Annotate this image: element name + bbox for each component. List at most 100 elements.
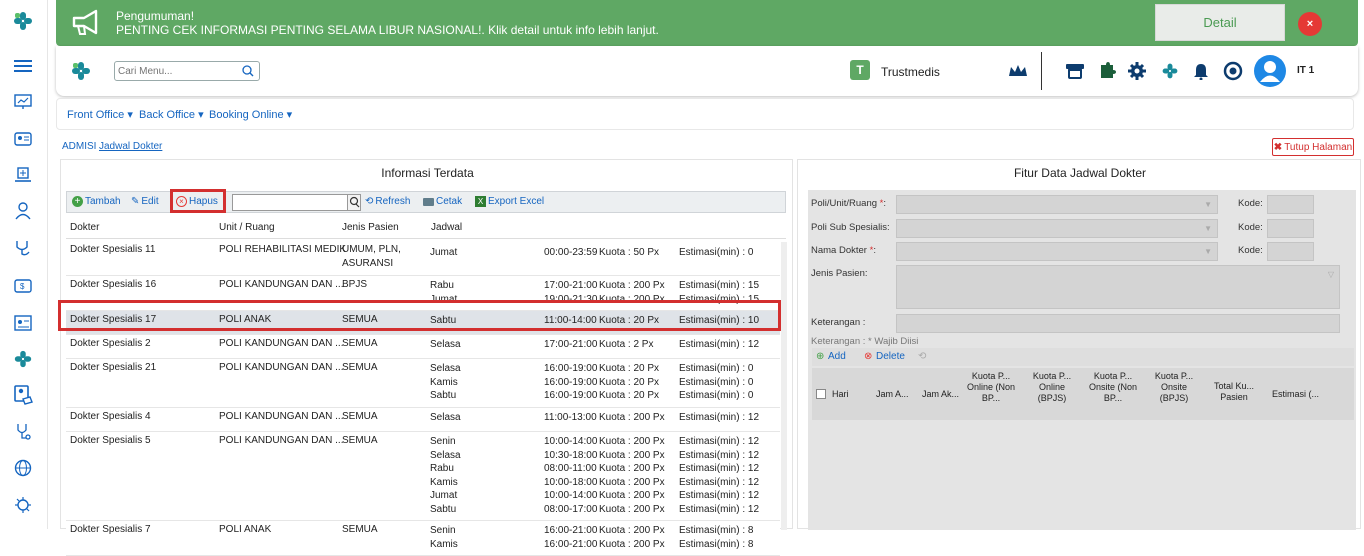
refresh-button[interactable]: ⟲ Refresh (365, 196, 410, 207)
cell-hari: Sabtu (430, 503, 457, 515)
top-bar: T Trustmedis IT 1 (56, 46, 1358, 96)
cell-estimasi: Estimasi(min) : 12 (679, 339, 760, 350)
nav-label: Back Office (139, 109, 196, 121)
table-row[interactable]: Dokter Spesialis 4 POLI KANDUNGAN DAN ...… (66, 408, 780, 432)
kode-dokter-field[interactable] (1267, 242, 1314, 261)
patient-bed-icon[interactable] (12, 164, 34, 186)
scrollbar[interactable] (781, 242, 787, 530)
breadcrumb-jadwal-dokter[interactable]: Jadwal Dokter (99, 141, 162, 152)
cell-jenis-pasien: UMUM, PLN, ASURANSI (342, 244, 401, 269)
trustmedis-logo-icon[interactable] (12, 10, 34, 32)
add-button[interactable]: Add (828, 351, 846, 362)
left-sidebar: $ (0, 0, 48, 529)
table-row[interactable]: Dokter Spesialis 7 POLI ANAK SEMUA Senin 16:… (66, 521, 780, 556)
detail-button[interactable]: Detail (1155, 4, 1285, 41)
export-excel-button[interactable]: X Export Excel (475, 196, 544, 207)
cell-jenis-pasien: SEMUA (342, 411, 378, 422)
nav-label: Booking Online (209, 109, 284, 121)
informasi-terdata-panel: Informasi Terdata + Tambah ✎ Edit × Hapus ⟲… (58, 159, 793, 556)
search-icon[interactable] (242, 65, 254, 80)
cell-jam: 10:30-18:00 (544, 449, 598, 461)
cell-jam: 10:00-18:00 (544, 476, 598, 488)
table-row[interactable]: Dokter Spesialis 21 POLI KANDUNGAN DAN ..… (66, 359, 780, 408)
cell-estimasi: Estimasi(min) : 0 (679, 376, 754, 388)
close-page-button[interactable]: ✖ Tutup Halaman (1272, 138, 1354, 156)
close-announcement-button[interactable]: × (1298, 12, 1322, 36)
chevron-down-icon: ▼ (1204, 200, 1212, 209)
trustmedis-small-icon[interactable] (1159, 60, 1181, 82)
globe-icon[interactable] (12, 457, 34, 479)
crown-icon[interactable] (1007, 60, 1029, 82)
jenis-pasien-multiselect[interactable]: ▽ (896, 265, 1340, 309)
col-total-kuota[interactable]: Total Ku... Pasien (1208, 381, 1260, 403)
col-jam-akhir[interactable]: Jam Ak... (922, 389, 959, 400)
kode-poli-field[interactable] (1267, 195, 1314, 214)
poli-select[interactable]: ▼ (896, 195, 1218, 214)
col-kuota-onsite-bpjs[interactable]: Kuota P... Onsite (BPJS) (1146, 371, 1202, 404)
col-jam-awal[interactable]: Jam A... (876, 389, 909, 400)
cell-jam: 08:00-11:00 (544, 463, 597, 474)
announcement-title: Pengumuman! (116, 9, 195, 23)
refresh-label: Refresh (375, 196, 411, 207)
bell-icon[interactable] (1190, 60, 1212, 82)
edit-icon: ✎ (131, 196, 140, 207)
kode-label: Kode: (1238, 245, 1263, 256)
col-kuota-onsite-nonbpjs[interactable]: Kuota P... Onsite (Non BP... (1084, 371, 1142, 404)
cell-jam: 08:00-17:00 (544, 503, 598, 515)
tambah-button[interactable]: + Tambah (72, 196, 121, 207)
help-icon[interactable] (1222, 60, 1244, 82)
virus-icon[interactable] (12, 494, 34, 516)
puzzle-icon[interactable] (1096, 60, 1118, 82)
edit-button[interactable]: ✎ Edit (131, 196, 159, 207)
cell-unit: POLI KANDUNGAN DAN ... (219, 279, 344, 290)
main-nav: Front Office ▾ Back Office ▾ Booking Onl… (56, 98, 1354, 130)
table-row[interactable]: Dokter Spesialis 2 POLI KANDUNGAN DAN ...… (66, 335, 780, 359)
cell-hari: Senin (430, 525, 456, 536)
dokter-select[interactable]: ▼ (896, 242, 1218, 261)
avatar[interactable] (1254, 55, 1286, 87)
keterangan-field[interactable] (896, 314, 1340, 333)
col-unit[interactable]: Unit / Ruang (219, 222, 275, 233)
table-row[interactable]: Dokter Spesialis 5 POLI KANDUNGAN DAN ...… (66, 432, 780, 521)
sub-spesialis-select[interactable]: ▼ (896, 219, 1218, 238)
monitor-chart-icon[interactable] (12, 91, 34, 113)
table-row[interactable]: Dokter Spesialis 11 POLI REHABILITASI MED… (66, 241, 780, 276)
admission-hand-icon[interactable] (12, 384, 34, 406)
menu-search-input[interactable] (118, 62, 236, 80)
col-kuota-online-bpjs[interactable]: Kuota P... Online (BPJS) (1024, 371, 1080, 404)
breadcrumb-admisi[interactable]: ADMISI (62, 141, 96, 152)
menu-icon[interactable] (12, 55, 34, 77)
cashier-icon[interactable]: $ (12, 274, 34, 296)
basket-icon[interactable] (1064, 60, 1086, 82)
cetak-button[interactable]: Cetak (423, 196, 462, 207)
stethoscope-icon[interactable] (12, 237, 34, 259)
col-kuota-online-nonbpjs[interactable]: Kuota P... Online (Non BP... (962, 371, 1020, 404)
wajib-note: Keterangan : * Wajib Diisi (811, 336, 919, 347)
gear-icon[interactable] (1126, 60, 1148, 82)
col-dokter[interactable]: Dokter (70, 222, 99, 233)
select-all-checkbox[interactable] (816, 389, 826, 399)
menu-search (114, 61, 260, 81)
poli-label: Poli/Unit/Ruang *: (811, 198, 886, 209)
cell-kuota: Kuota : 200 Px (599, 463, 665, 474)
stethoscope-small-icon[interactable] (12, 421, 34, 443)
doctor-icon[interactable] (12, 200, 34, 222)
kode-sub-field[interactable] (1267, 219, 1314, 238)
brand-name: Trustmedis (881, 65, 940, 79)
grid-search-button[interactable] (347, 194, 361, 211)
nav-front-office[interactable]: Front Office ▾ (67, 108, 133, 121)
medis-plus-icon[interactable] (12, 348, 34, 370)
col-hari[interactable]: Hari (832, 389, 849, 400)
nav-back-office[interactable]: Back Office ▾ (139, 108, 204, 121)
cell-dokter: Dokter Spesialis 5 (70, 435, 151, 446)
nav-booking-online[interactable]: Booking Online ▾ (209, 108, 292, 121)
delete-button[interactable]: Delete (876, 351, 905, 362)
col-estimasi[interactable]: Estimasi (... (1272, 389, 1319, 400)
col-jenis-pasien[interactable]: Jenis Pasien (342, 222, 399, 233)
col-jadwal[interactable]: Jadwal (431, 222, 462, 233)
id-card-icon[interactable] (12, 128, 34, 150)
report-icon[interactable] (12, 312, 34, 334)
grid-search-input[interactable] (232, 194, 354, 211)
cell-kuota: Kuota : 20 Px (599, 390, 660, 401)
app-logo-icon[interactable] (70, 60, 92, 85)
